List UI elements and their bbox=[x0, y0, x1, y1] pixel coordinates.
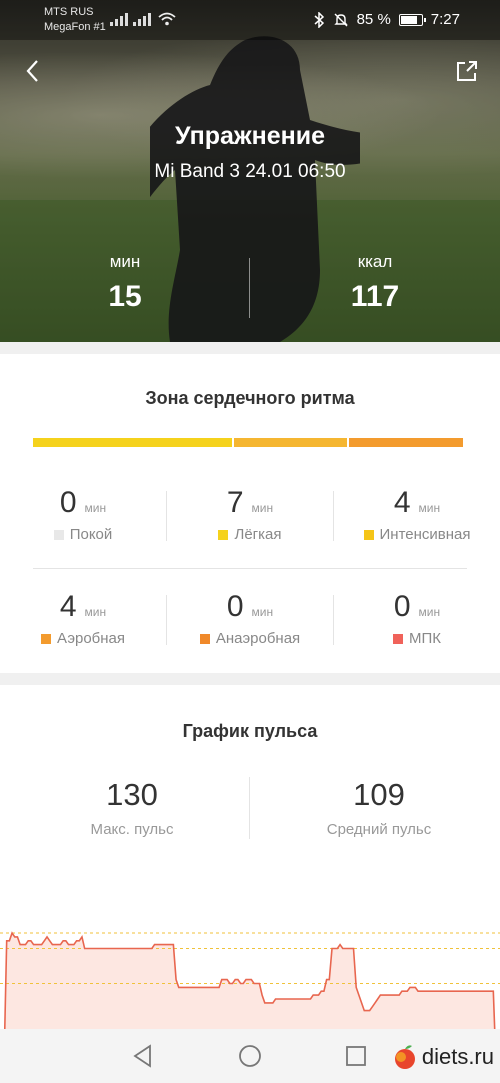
zone-unit: мин bbox=[251, 605, 274, 619]
signal-icon bbox=[133, 12, 151, 26]
duration-unit: мин bbox=[109, 252, 141, 271]
share-icon[interactable] bbox=[454, 58, 480, 84]
zone-color-swatch bbox=[392, 633, 403, 644]
divider bbox=[33, 568, 467, 569]
avg-pulse-label: Средний пульс bbox=[326, 821, 432, 838]
zone-bar-segment bbox=[348, 438, 463, 447]
zone-value: 7 bbox=[226, 486, 244, 519]
zone-value: 0 bbox=[226, 590, 244, 623]
zone-unit: мин bbox=[418, 501, 441, 515]
watermark: diets.ru bbox=[392, 1044, 494, 1070]
back-arrow-icon[interactable] bbox=[20, 58, 46, 84]
duration-value: 15 bbox=[108, 280, 142, 313]
zone-bar-segment bbox=[233, 438, 347, 447]
carrier-1: MTS RUS bbox=[44, 6, 94, 18]
hero-divider bbox=[249, 258, 250, 318]
bluetooth-icon bbox=[314, 11, 324, 28]
heart-rate-zones-card: Зона сердечного ритма 0 мин Покой 7 мин Лё… bbox=[0, 354, 500, 673]
zone-label: Интенсивная bbox=[379, 526, 471, 543]
zone-value: 0 bbox=[59, 486, 77, 519]
zone-vo2max: 0 мин МПК bbox=[334, 590, 500, 647]
battery-percent: 85 % bbox=[356, 11, 391, 28]
divider bbox=[249, 777, 250, 839]
pulse-title: График пульса bbox=[182, 721, 318, 741]
zone-value: 0 bbox=[393, 590, 411, 623]
watermark-text: diets.ru bbox=[421, 1044, 494, 1069]
page-title: Упражнение bbox=[175, 122, 325, 150]
zone-label: Покой bbox=[69, 526, 113, 543]
zone-light: 7 мин Лёгкая bbox=[167, 486, 333, 543]
max-pulse-label: Макс. пульс bbox=[90, 821, 174, 838]
device-datetime: Mi Band 3 24.01 06:50 bbox=[154, 161, 346, 182]
zone-color-swatch bbox=[53, 529, 64, 540]
pulse-chart-card: График пульса 130 Макс. пульс 109 Средни… bbox=[0, 685, 500, 1083]
max-pulse-value: 130 bbox=[106, 777, 158, 812]
zones-title: Зона сердечного ритма bbox=[145, 388, 355, 408]
zone-color-swatch bbox=[40, 633, 51, 644]
zone-value: 4 bbox=[393, 486, 411, 519]
zone-label: Анаэробная bbox=[215, 630, 301, 647]
avg-pulse-stat: 109 Средний пульс bbox=[254, 777, 500, 838]
battery-icon bbox=[398, 13, 426, 26]
zone-aerobic: 4 мин Аэробная bbox=[0, 590, 166, 647]
apple-logo-icon bbox=[394, 1045, 415, 1069]
zone-unit: мин bbox=[84, 605, 107, 619]
zone-unit: мин bbox=[251, 501, 274, 515]
zone-color-swatch bbox=[363, 529, 374, 540]
calories-unit: ккал bbox=[357, 252, 393, 271]
status-bar: MTS RUS MegaFon #1 85 % 7:27 bbox=[0, 0, 500, 40]
zone-color-swatch bbox=[218, 529, 229, 540]
zone-label: МПК bbox=[408, 630, 441, 647]
zone-intensive: 4 мин Интенсивная bbox=[334, 486, 500, 543]
avg-pulse-value: 109 bbox=[353, 777, 405, 812]
zone-label: Лёгкая bbox=[234, 526, 282, 543]
wifi-icon bbox=[158, 12, 176, 26]
zone-bar-segment bbox=[33, 438, 232, 447]
mute-bell-icon bbox=[333, 13, 348, 26]
zone-label: Аэробная bbox=[56, 630, 125, 647]
zone-color-swatch bbox=[199, 633, 210, 644]
calories-value: 117 bbox=[350, 280, 400, 313]
zone-unit: мин bbox=[418, 605, 441, 619]
nav-back-icon[interactable] bbox=[130, 1043, 156, 1069]
hero-banner: MTS RUS MegaFon #1 85 % 7:27 Упражнение … bbox=[0, 0, 500, 342]
nav-home-icon[interactable] bbox=[237, 1043, 263, 1069]
zone-rest: 0 мин Покой bbox=[0, 486, 166, 543]
signal-icon bbox=[110, 12, 128, 26]
calories-stat: ккал 117 bbox=[325, 252, 425, 314]
zone-unit: мин bbox=[84, 501, 107, 515]
max-pulse-stat: 130 Макс. пульс bbox=[7, 777, 257, 838]
zone-value: 4 bbox=[59, 590, 77, 623]
duration-stat: мин 15 bbox=[85, 252, 165, 314]
nav-recents-icon[interactable] bbox=[343, 1043, 369, 1069]
status-right: 85 % 7:27 bbox=[313, 11, 460, 28]
carrier-2: MegaFon #1 bbox=[44, 21, 106, 33]
clock: 7:27 bbox=[430, 11, 460, 28]
zone-anaerobic: 0 мин Анаэробная bbox=[167, 590, 333, 647]
